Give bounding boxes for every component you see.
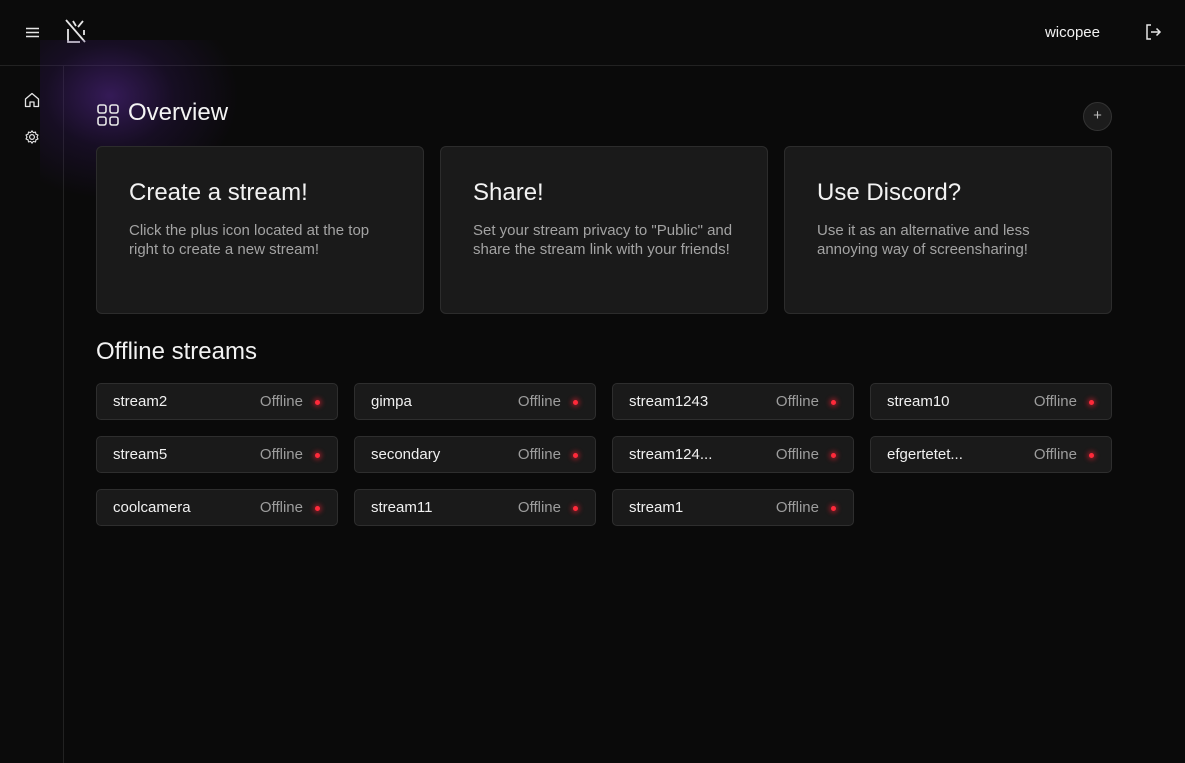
status-dot [315,400,320,405]
status-dot [315,453,320,458]
status-dot [1089,400,1094,405]
stream-status: Offline [517,446,561,463]
stream-name: stream10 [887,393,950,410]
stream-item[interactable]: stream10 Offline [870,383,1112,420]
username: wicopee [1044,24,1100,41]
sidebar [0,66,64,763]
status-dot [573,400,578,405]
stream-status: Offline [517,393,561,410]
stream-item[interactable]: stream2 Offline [96,383,338,420]
main-content: Overview + Create a stream! Click the pl… [64,66,1185,763]
stream-status: Offline [259,393,303,410]
stream-item[interactable]: stream5 Offline [96,436,338,473]
stream-item[interactable]: stream11 Offline [354,489,596,526]
stream-item[interactable]: stream124... Offline [612,436,854,473]
stream-status: Offline [775,446,819,463]
card-text: Use it as an alternative and less annoyi… [817,222,1030,258]
add-stream-button[interactable]: + [1083,102,1112,131]
top-bar: wicopee [0,0,1185,66]
grid-icon [97,104,119,126]
card-title: Create a stream! [129,179,308,206]
info-card-discord: Use Discord? Use it as an alternative an… [784,146,1112,314]
status-dot [315,506,320,511]
stream-name: stream5 [113,446,168,463]
logout-icon[interactable] [1143,22,1163,42]
stream-status: Offline [1033,446,1077,463]
logo-icon[interactable] [63,18,89,46]
info-card-share: Share! Set your stream privacy to "Publi… [440,146,768,314]
menu-icon[interactable] [22,22,44,44]
info-card-create: Create a stream! Click the plus icon loc… [96,146,424,314]
stream-name: stream2 [113,393,168,410]
stream-item[interactable]: coolcamera Offline [96,489,338,526]
stream-status: Offline [259,499,303,516]
status-dot [831,506,836,511]
status-dot [573,453,578,458]
stream-name: secondary [371,446,441,463]
stream-name: stream124... [629,446,713,463]
card-title: Use Discord? [817,179,962,206]
status-dot [573,506,578,511]
stream-name: efgertetet... [887,446,963,463]
stream-name: gimpa [371,393,412,410]
stream-name: coolcamera [113,499,191,516]
stream-status: Offline [1033,393,1077,410]
stream-item[interactable]: efgertetet... Offline [870,436,1112,473]
stream-name: stream1243 [629,393,709,410]
stream-status: Offline [517,499,561,516]
card-text: Click the plus icon located at the top r… [129,222,370,258]
stream-status: Offline [259,446,303,463]
card-text: Set your stream privacy to "Public" and … [473,222,733,258]
stream-item[interactable]: stream1 Offline [612,489,854,526]
stream-name: stream11 [371,499,433,516]
stream-item[interactable]: secondary Offline [354,436,596,473]
gear-icon[interactable] [22,127,42,147]
stream-name: stream1 [629,499,684,516]
stream-status: Offline [775,499,819,516]
status-dot [1089,453,1094,458]
stream-status: Offline [775,393,819,410]
home-icon[interactable] [22,90,42,110]
section-title-offline-streams: Offline streams [96,338,257,365]
stream-item[interactable]: stream1243 Offline [612,383,854,420]
stream-item[interactable]: gimpa Offline [354,383,596,420]
card-title: Share! [473,179,544,206]
page-title: Overview [128,99,229,126]
status-dot [831,400,836,405]
status-dot [831,453,836,458]
